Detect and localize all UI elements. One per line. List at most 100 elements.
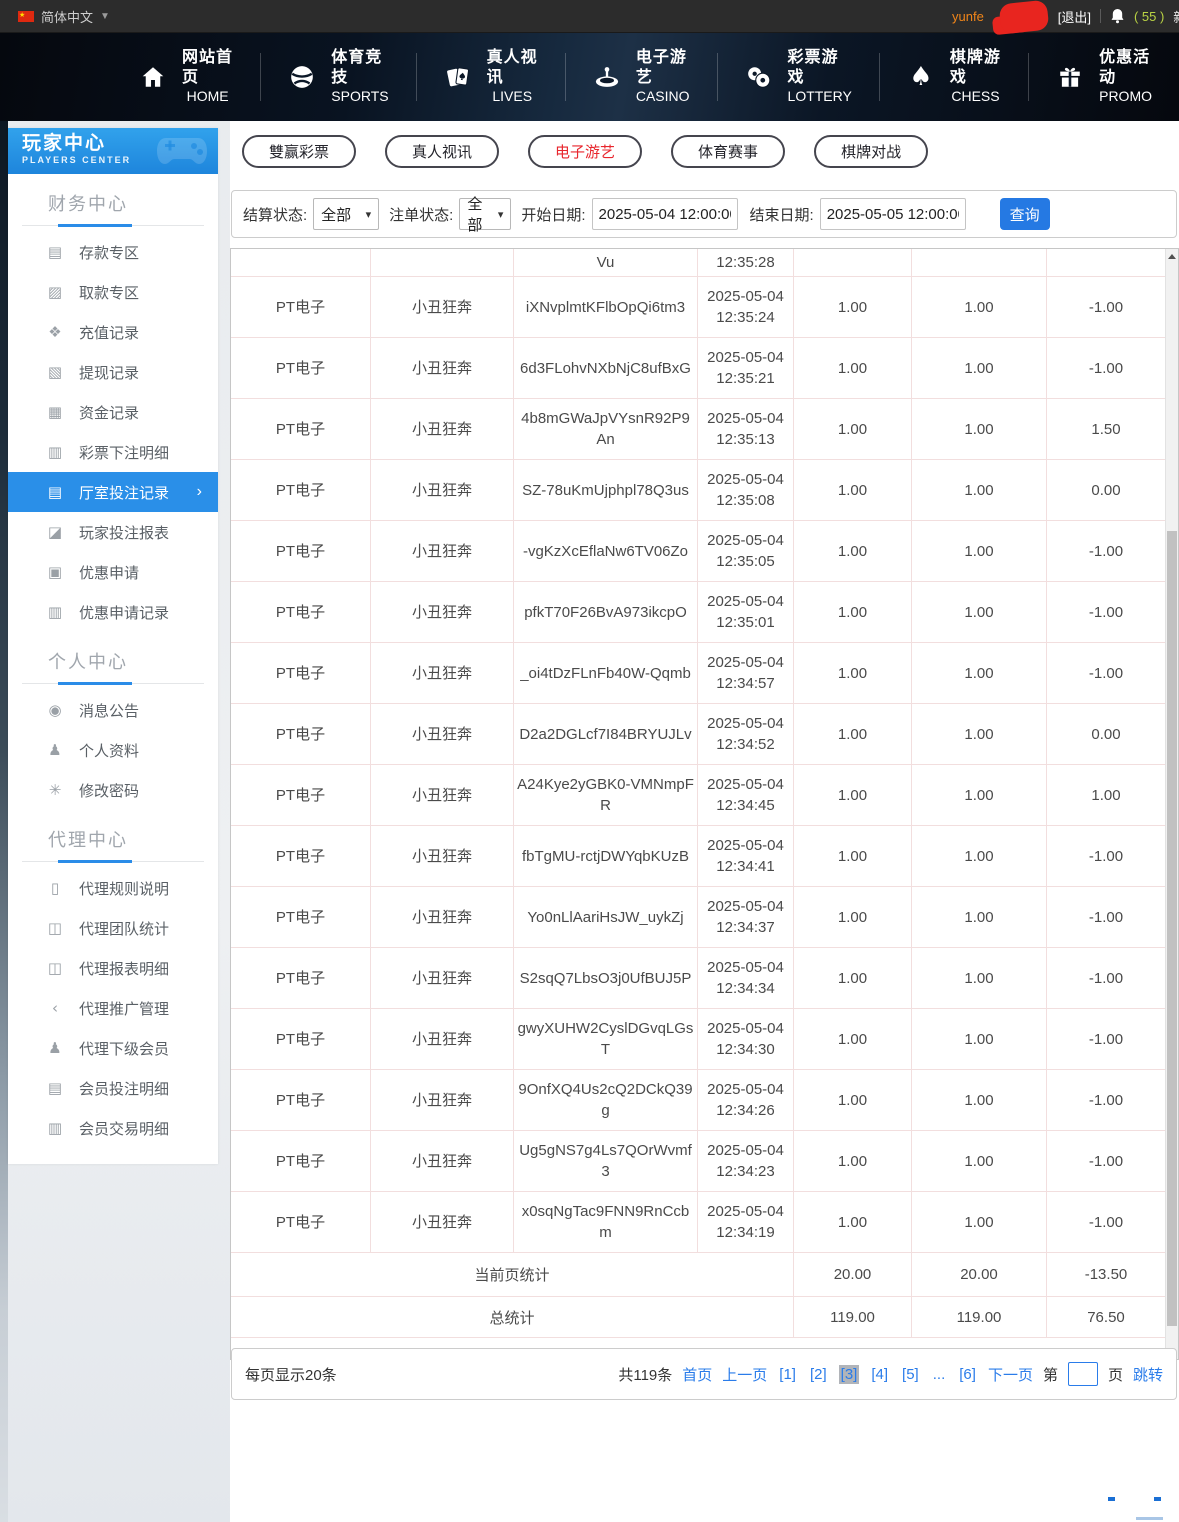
- bell-icon[interactable]: [1110, 8, 1125, 24]
- sidebar-item[interactable]: ▨ 取款专区 ›: [8, 272, 218, 312]
- chevron-down-icon: ▾: [497, 208, 504, 221]
- sidebar-item[interactable]: ◫ 代理团队统计 ›: [8, 908, 218, 948]
- prev-page-link[interactable]: 上一页: [722, 1364, 767, 1385]
- bet-amount-cell: 1.00: [794, 765, 912, 825]
- sidebar-item[interactable]: ❖ 充值记录 ›: [8, 312, 218, 352]
- time-cell: 2025-05-04 12:34:37: [698, 887, 794, 947]
- sidebar-item[interactable]: ▥ 彩票下注明细 ›: [8, 432, 218, 472]
- order-status-value: 全部: [467, 196, 483, 234]
- nav-label-en: CHESS: [951, 87, 1000, 104]
- mini-widget-icon[interactable]: [1154, 1497, 1161, 1501]
- vertical-scrollbar[interactable]: [1165, 249, 1178, 1359]
- page-number-link[interactable]: [5]: [900, 1365, 921, 1384]
- mini-widget-bar: [1136, 1517, 1163, 1520]
- nav-item-promo[interactable]: 优惠活动 PROMO: [1028, 49, 1179, 104]
- members-icon: ♟: [48, 1039, 62, 1057]
- sidebar-item[interactable]: ◉ 消息公告 ›: [8, 690, 218, 730]
- bet-amount-cell: 1.00: [794, 1009, 912, 1069]
- sidebar-item[interactable]: ♟ 代理下级会员 ›: [8, 1028, 218, 1068]
- nav-item-chess[interactable]: ♠ 棋牌游戏 CHESS: [878, 49, 1028, 104]
- jump-page-input[interactable]: [1067, 1362, 1098, 1386]
- sidebar-item[interactable]: ▧ 提现记录 ›: [8, 352, 218, 392]
- sidebar-item[interactable]: ▣ 优惠申请 ›: [8, 552, 218, 592]
- order-cell: 4b8mGWaJpVYsnR92P9An: [514, 399, 698, 459]
- sidebar-item[interactable]: ▤ 会员投注明细 ›: [8, 1068, 218, 1108]
- hall-cell: PT电子: [231, 399, 371, 459]
- start-date-input[interactable]: [591, 198, 738, 230]
- report-detail-icon: ◫: [47, 959, 63, 977]
- category-tab[interactable]: 真人视讯: [385, 135, 500, 168]
- sidebar-item[interactable]: ✳ 修改密码 ›: [8, 770, 218, 810]
- page-number-link[interactable]: [1]: [777, 1365, 798, 1384]
- table-row: PT电子 小丑狂奔 -vgKzXcEflaNw6TV06Zo 2025-05-0…: [231, 521, 1165, 582]
- notice-count[interactable]: ( 55 ): [1134, 9, 1164, 24]
- time-cell: 2025-05-04 12:34:45: [698, 765, 794, 825]
- bet-amount-cell: 1.00: [794, 582, 912, 642]
- nav-label-zh: 彩票游戏: [787, 48, 839, 86]
- table-row: PT电子 小丑狂奔 S2sqQ7LbsO3j0UfBUJ5P 2025-05-0…: [231, 948, 1165, 1009]
- bet-amount-cell: 1.00: [794, 643, 912, 703]
- sidebar-item[interactable]: ◪ 玩家投注报表 ›: [8, 512, 218, 552]
- sidebar-item[interactable]: ▤ 厅室投注记录 ›: [8, 472, 218, 512]
- order-cell: _oi4tDzFLnFb40W-Qqmb: [514, 643, 698, 703]
- sidebar-item[interactable]: ◫ 代理报表明细 ›: [8, 948, 218, 988]
- order-status-select[interactable]: 全部 ▾: [459, 196, 512, 234]
- username-label[interactable]: yunfe: [952, 9, 984, 24]
- nav-item-sports[interactable]: 体育竞技 SPORTS: [260, 49, 415, 104]
- page-number-link[interactable]: [3]: [838, 1364, 860, 1384]
- bet-amount-cell: 1.00: [794, 1070, 912, 1130]
- sidebar-item[interactable]: ▦ 资金记录 ›: [8, 392, 218, 432]
- scroll-up-arrow[interactable]: [1166, 250, 1178, 262]
- settle-status-select[interactable]: 全部 ▾: [313, 198, 380, 230]
- category-tab[interactable]: 电子游艺: [528, 135, 643, 168]
- sidebar-item[interactable]: ▤ 存款专区 ›: [8, 232, 218, 272]
- table-row: PT电子 小丑狂奔 x0sqNgTac9FNN9RnCcbm 2025-05-0…: [231, 1192, 1165, 1253]
- nav-item-lottery[interactable]: 彩票游戏 LOTTERY: [716, 49, 879, 104]
- sidebar-header: 玩家中心 PLAYERS CENTER: [8, 128, 218, 174]
- sidebar-item[interactable]: ▥ 优惠申请记录 ›: [8, 592, 218, 632]
- order-cell: iXNvplmtKFlbOpQi6tm3: [514, 277, 698, 337]
- category-tab[interactable]: 雙赢彩票: [242, 135, 357, 168]
- settle-status-value: 全部: [321, 206, 352, 224]
- nav-label-en: PROMO: [1099, 87, 1152, 104]
- language-switcher[interactable]: ★ 简体中文 ▼: [18, 0, 110, 32]
- sidebar-item[interactable]: ‹ 代理推广管理 ›: [8, 988, 218, 1028]
- game-cell: 小丑狂奔: [371, 460, 514, 520]
- order-cell: x0sqNgTac9FNN9RnCcbm: [514, 1192, 698, 1252]
- hall-cell: PT电子: [231, 704, 371, 764]
- first-page-link[interactable]: 首页: [682, 1364, 712, 1385]
- search-button[interactable]: 查询: [999, 198, 1050, 230]
- jump-go-link[interactable]: 跳转: [1133, 1364, 1163, 1385]
- order-cell: SZ-78uKmUjphpl78Q3us: [514, 460, 698, 520]
- logout-button[interactable]: [退出]: [1058, 7, 1091, 26]
- section-title: 财务中心: [48, 194, 128, 214]
- game-cell: 小丑狂奔: [371, 582, 514, 642]
- sidebar-item[interactable]: ▥ 会员交易明细 ›: [8, 1108, 218, 1148]
- category-tabs: 雙赢彩票 真人视讯 电子游艺 体育赛事 棋牌对战: [242, 135, 929, 168]
- page-number-link[interactable]: [2]: [808, 1365, 829, 1384]
- category-tab[interactable]: 体育赛事: [671, 135, 786, 168]
- page-number-link[interactable]: [6]: [957, 1365, 978, 1384]
- sidebar-item[interactable]: ▯ 代理规则说明 ›: [8, 868, 218, 908]
- filter-bar: 结算状态: 全部 ▾ 注单状态: 全部 ▾ 开始日期: 结束日期: 查询: [231, 190, 1177, 238]
- pagination-controls: 共119条 首页 上一页 [1] [2] [3] [4] [5]... [6] 下一页 第…: [618, 1362, 1163, 1386]
- notice-label[interactable]: 新消息: [1173, 7, 1179, 26]
- page-number-link[interactable]: ...: [931, 1365, 948, 1384]
- scrollbar-thumb[interactable]: [1167, 531, 1177, 1326]
- nav-item-lives[interactable]: 真人视讯 LIVES: [415, 49, 565, 104]
- valid-amount-cell: 1.00: [912, 521, 1047, 581]
- category-tab[interactable]: 棋牌对战: [814, 135, 929, 168]
- mini-widget-icon[interactable]: [1108, 1497, 1115, 1501]
- sidebar-item[interactable]: ♟ 个人资料 ›: [8, 730, 218, 770]
- next-page-link[interactable]: 下一页: [988, 1364, 1033, 1385]
- page-number-link[interactable]: [4]: [869, 1365, 890, 1384]
- nav-item-home[interactable]: 网站首页 HOME: [112, 49, 260, 104]
- promo-apply-icon: ▣: [47, 563, 63, 581]
- valid-amount-cell: 1.00: [912, 1070, 1047, 1130]
- member-trans-detail-icon: ▥: [47, 1119, 63, 1137]
- bet-amount-cell: 1.00: [794, 521, 912, 581]
- table-row: PT电子 小丑狂奔 D2a2DGLcf7I84BRYUJLv 2025-05-0…: [231, 704, 1165, 765]
- end-date-input[interactable]: [819, 198, 966, 230]
- game-cell: 小丑狂奔: [371, 1070, 514, 1130]
- nav-item-casino[interactable]: 电子游艺 CASINO: [564, 49, 717, 104]
